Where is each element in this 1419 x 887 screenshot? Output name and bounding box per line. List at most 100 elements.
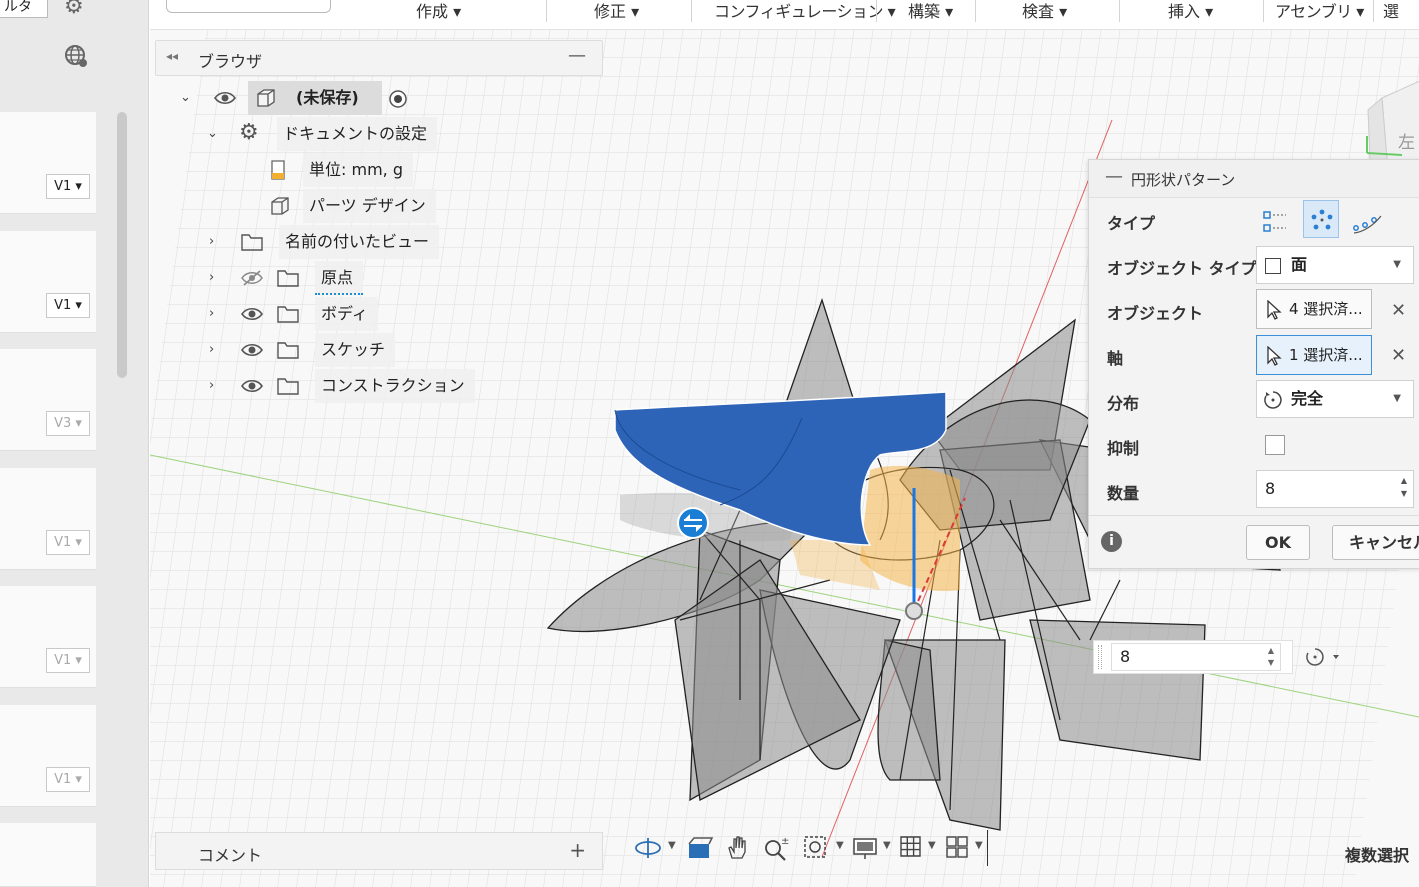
tree-item-document-settings[interactable]: ⌄ ⚙ ドキュメントの設定	[207, 117, 438, 151]
grid-settings-icon[interactable]	[898, 834, 926, 862]
zoom-icon[interactable]: ±	[762, 834, 790, 862]
clear-object-icon[interactable]: ✕	[1391, 300, 1406, 321]
viewcube-face-label: 左	[1398, 133, 1415, 153]
info-icon[interactable]: i	[1101, 531, 1122, 552]
menu-configuration[interactable]: コンフィギュレーション ▾	[714, 0, 896, 26]
comment-panel[interactable]: コメント +	[155, 832, 603, 870]
rectangular-pattern-icon[interactable]	[1261, 208, 1289, 236]
menu-inspect[interactable]: 検査 ▾	[1022, 0, 1067, 26]
circular-pattern-icon	[1311, 209, 1333, 230]
stepper-arrows[interactable]: ▲ ▼	[1401, 474, 1407, 500]
menu-assemble[interactable]: アセンブリ ▾	[1275, 0, 1364, 26]
eye-icon[interactable]	[241, 342, 263, 358]
menu-insert[interactable]: 挿入 ▾	[1168, 0, 1213, 26]
tree-item-sketches[interactable]: › スケッチ	[207, 333, 397, 367]
fusion-window: ルタ ⚙ V1 ▾ V1 ▾ V3 ▾ V1 ▾ V1 ▾ V1 ▾ 作成 ▾ …	[0, 0, 1419, 887]
tree-item-root[interactable]: ⌄ (未保存)	[180, 81, 420, 115]
zoom-window-icon[interactable]	[802, 834, 830, 862]
folder-icon	[241, 234, 263, 251]
distribution-dropdown[interactable]: 完全 ▼	[1256, 380, 1414, 418]
pan-hand-icon[interactable]	[724, 834, 752, 862]
gear-icon[interactable]: ⚙	[64, 0, 84, 19]
file-card[interactable]: V1 ▾	[0, 586, 96, 688]
divider	[546, 0, 547, 22]
floating-quantity-widget: 8 ▲ ▼	[1093, 640, 1293, 674]
quantity-label: 数量	[1107, 484, 1140, 503]
clear-axis-icon[interactable]: ✕	[1391, 345, 1406, 366]
chevron-right-icon[interactable]: ›	[209, 297, 214, 331]
distribution-toggle-icon[interactable]	[1303, 645, 1345, 669]
add-comment-button[interactable]: +	[569, 838, 586, 862]
file-card[interactable]	[0, 823, 96, 887]
scrollbar[interactable]	[117, 112, 127, 378]
object-type-dropdown[interactable]: 面 ▼	[1256, 246, 1414, 284]
chevron-down-icon[interactable]: ⌄	[207, 117, 218, 151]
floating-quantity-input[interactable]: 8 ▲ ▼	[1111, 643, 1281, 671]
file-card[interactable]: V1 ▾	[0, 231, 96, 333]
tree-item-label: ドキュメントの設定	[277, 117, 438, 151]
viewports-icon[interactable]	[944, 834, 972, 862]
version-badge[interactable]: V1 ▾	[46, 293, 90, 318]
chevron-right-icon[interactable]: ›	[209, 225, 214, 259]
eye-icon[interactable]	[241, 378, 263, 394]
file-card[interactable]: V3 ▾	[0, 349, 96, 451]
eye-hidden-icon[interactable]	[241, 270, 263, 286]
svg-text:±: ±	[781, 836, 789, 847]
menu-construct[interactable]: 構築 ▾	[908, 0, 953, 26]
object-selection-field[interactable]: 4 選択済...	[1256, 289, 1372, 329]
menu-modify[interactable]: 修正 ▾	[594, 0, 639, 26]
cancel-button[interactable]: キャンセル	[1332, 525, 1419, 560]
eye-icon[interactable]	[214, 90, 236, 106]
minimize-icon[interactable]: —	[1105, 166, 1123, 187]
chevron-right-icon[interactable]: ›	[209, 333, 214, 367]
gear-icon: ⚙	[239, 120, 259, 145]
data-panel-top-label[interactable]: ルタ	[0, 0, 48, 18]
distribution-label: 分布	[1107, 394, 1140, 413]
circular-pattern-button[interactable]	[1303, 200, 1339, 238]
viewcube[interactable]: 左	[1362, 60, 1419, 160]
minimize-icon[interactable]: —	[568, 45, 586, 66]
version-badge[interactable]: V1 ▾	[46, 174, 90, 199]
tree-item-label: スケッチ	[315, 333, 396, 367]
active-radio-icon[interactable]	[388, 89, 408, 109]
quantity-stepper[interactable]: 8 ▲ ▼	[1256, 470, 1414, 508]
tree-item-design-type[interactable]: パーツ デザイン	[265, 189, 436, 223]
dialog-header[interactable]: — 円形状パターン	[1089, 160, 1419, 198]
cursor-icon	[1267, 300, 1282, 320]
chevron-down-icon[interactable]: ⌄	[180, 81, 191, 115]
file-card[interactable]: V1 ▾	[0, 468, 96, 570]
collapse-panel-icon[interactable]: ◂◂	[166, 49, 178, 63]
path-pattern-icon[interactable]	[1351, 208, 1383, 236]
file-card[interactable]: V1 ▾	[0, 112, 96, 214]
look-at-icon[interactable]	[686, 834, 714, 862]
navigation-bar: ▼ ± ▼ ▼ ▼ ▼	[630, 828, 990, 870]
chevron-right-icon[interactable]: ›	[209, 261, 214, 295]
file-card[interactable]: V1 ▾	[0, 705, 96, 807]
folder-icon	[277, 270, 299, 287]
browser-panel-header[interactable]: ◂◂ ブラウザ —	[155, 40, 603, 76]
eye-icon[interactable]	[241, 306, 263, 322]
axis-selection-field[interactable]: 1 選択済...	[1256, 335, 1372, 375]
tree-item-named-views[interactable]: › 名前の付いたビュー	[207, 225, 440, 259]
tree-item-bodies[interactable]: › ボディ	[207, 297, 387, 331]
version-badge[interactable]: V3 ▾	[46, 411, 90, 436]
orbit-icon[interactable]	[634, 834, 662, 862]
search-box[interactable]	[166, 0, 331, 13]
suppress-checkbox[interactable]	[1265, 435, 1285, 455]
part-icon	[271, 197, 289, 215]
chevron-right-icon[interactable]: ›	[209, 369, 214, 403]
version-badge[interactable]: V1 ▾	[46, 648, 90, 673]
type-label: タイプ	[1107, 214, 1156, 233]
browser-title: ブラウザ	[198, 52, 263, 71]
ok-button[interactable]: OK	[1246, 525, 1310, 560]
stepper-arrows[interactable]: ▲ ▼	[1268, 645, 1274, 669]
display-settings-icon[interactable]	[852, 834, 880, 862]
menu-create[interactable]: 作成 ▾	[416, 0, 461, 26]
tree-item-construction[interactable]: › コンストラクション	[207, 369, 475, 403]
tree-item-origin[interactable]: › 原点	[207, 261, 387, 295]
tree-item-units[interactable]: 単位: mm, g	[265, 153, 435, 187]
version-badge[interactable]: V1 ▾	[46, 767, 90, 792]
menu-select[interactable]: 選	[1383, 0, 1399, 26]
version-badge[interactable]: V1 ▾	[46, 530, 90, 555]
globe-icon[interactable]	[64, 44, 88, 68]
